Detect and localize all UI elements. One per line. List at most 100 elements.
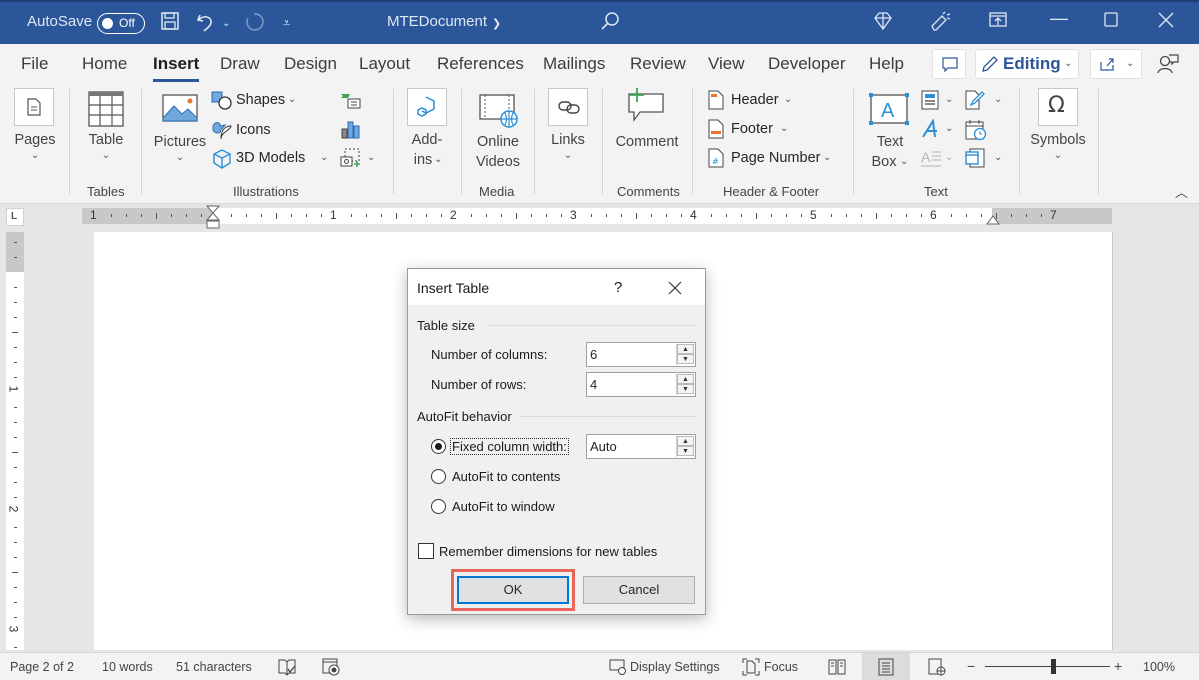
spinner-arrows[interactable]: ▲ ▼ — [676, 374, 694, 395]
designer-icon[interactable] — [930, 11, 952, 38]
remember-label[interactable]: Remember dimensions for new tables — [439, 544, 657, 559]
title-chevron-icon[interactable]: ❯ — [492, 17, 501, 30]
icons-button[interactable]: Icons — [211, 120, 291, 140]
fixed-width-label[interactable]: Fixed column width: — [450, 438, 569, 455]
add-ins-button[interactable]: Add- ins ⌄ — [404, 84, 450, 179]
ok-button[interactable]: OK — [457, 576, 569, 604]
maximize-icon[interactable] — [1103, 11, 1119, 32]
links-button[interactable]: Links ⌄ — [545, 84, 591, 179]
spin-up-icon[interactable]: ▲ — [677, 436, 694, 446]
accessibility-icon[interactable] — [322, 658, 340, 676]
document-title[interactable]: MTEDocument — [387, 13, 487, 30]
tab-help[interactable]: Help — [869, 54, 904, 74]
text-box-button[interactable]: A Text Box ⌄ — [866, 84, 914, 179]
zoom-slider-thumb[interactable] — [1050, 659, 1056, 674]
spin-down-icon[interactable]: ▼ — [677, 446, 694, 456]
tab-file[interactable]: File — [21, 54, 48, 74]
autosave-toggle[interactable]: Off — [97, 13, 145, 34]
character-count[interactable]: 51 characters — [176, 660, 252, 674]
comment-button[interactable]: Comment — [612, 84, 682, 179]
spinner-arrows[interactable]: ▲ ▼ — [676, 436, 694, 457]
tab-mailings[interactable]: Mailings — [543, 54, 605, 74]
screenshot-button[interactable]: ⌄ — [340, 148, 380, 168]
close-icon[interactable] — [668, 281, 682, 295]
undo-dropdown-icon[interactable]: ⌄ — [222, 18, 230, 29]
tab-home[interactable]: Home — [82, 54, 127, 74]
zoom-slider-track[interactable] — [985, 666, 1110, 667]
wordart-button[interactable]: ⌄ — [921, 119, 957, 141]
zoom-in-button[interactable]: + — [1114, 658, 1122, 674]
autofit-window-label[interactable]: AutoFit to window — [452, 499, 555, 514]
smartart-icon[interactable] — [340, 91, 362, 111]
print-layout-button[interactable] — [862, 653, 910, 680]
spin-down-icon[interactable]: ▼ — [677, 384, 694, 394]
tab-references[interactable]: References — [437, 54, 524, 74]
symbols-button[interactable]: Ω Symbols ⌄ — [1028, 84, 1088, 179]
insert-object-button[interactable]: ⌄ — [965, 148, 1005, 170]
diamond-icon[interactable] — [873, 11, 893, 36]
tab-draw[interactable]: Draw — [220, 54, 260, 74]
zoom-level[interactable]: 100% — [1143, 660, 1175, 674]
shapes-button[interactable]: Shapes ⌄ — [211, 91, 301, 111]
spin-up-icon[interactable]: ▲ — [677, 344, 694, 354]
customize-qat-icon[interactable]: ⩡ — [283, 15, 290, 31]
3d-models-button[interactable]: 3D Models ⌄ — [211, 148, 331, 169]
proofing-icon[interactable] — [278, 658, 296, 676]
quick-parts-button[interactable]: ⌄ — [921, 90, 957, 112]
online-videos-button[interactable]: Online Videos — [470, 84, 526, 179]
tab-developer[interactable]: Developer — [768, 54, 846, 74]
editing-mode-button[interactable]: Editing ⌄ — [975, 49, 1079, 79]
footer-button[interactable]: Footer ⌄ — [706, 119, 796, 141]
spin-up-icon[interactable]: ▲ — [677, 374, 694, 384]
remember-checkbox[interactable] — [418, 543, 434, 559]
signature-line-button[interactable]: ⌄ — [965, 90, 1005, 112]
display-settings-button[interactable]: Display Settings — [630, 660, 720, 674]
tab-selector[interactable]: L — [6, 208, 24, 226]
rows-spinner[interactable]: 4 ▲ ▼ — [586, 372, 696, 397]
word-count[interactable]: 10 words — [102, 660, 153, 674]
columns-spinner[interactable]: 6 ▲ ▼ — [586, 342, 696, 367]
vertical-ruler[interactable]: 1 2 3 — [6, 232, 24, 650]
read-mode-icon[interactable] — [828, 658, 846, 676]
fixed-width-value[interactable]: Auto — [590, 439, 617, 454]
date-time-icon[interactable] — [965, 119, 987, 141]
horizontal-ruler[interactable]: 1 1 2 3 4 5 6 7 — [82, 205, 1112, 229]
save-icon[interactable] — [160, 11, 180, 36]
search-icon[interactable] — [600, 11, 620, 36]
columns-value[interactable]: 6 — [590, 347, 597, 362]
share-button[interactable]: ⌄ — [1090, 49, 1142, 79]
tab-layout[interactable]: Layout — [359, 54, 410, 74]
pages-button[interactable]: Pages ⌄ — [10, 84, 60, 179]
coauthor-icon[interactable] — [1157, 53, 1179, 75]
tab-design[interactable]: Design — [284, 54, 337, 74]
spinner-arrows[interactable]: ▲ ▼ — [676, 344, 694, 365]
web-layout-icon[interactable] — [928, 658, 946, 676]
chart-icon[interactable] — [341, 119, 361, 139]
zoom-out-button[interactable]: − — [967, 658, 975, 674]
ribbon-display-icon[interactable] — [989, 11, 1007, 34]
rows-value[interactable]: 4 — [590, 377, 597, 392]
autofit-window-radio[interactable] — [431, 499, 446, 514]
help-button[interactable]: ? — [614, 279, 622, 296]
right-indent-marker[interactable] — [986, 214, 1000, 226]
minimize-icon[interactable]: — — [1050, 8, 1068, 29]
autofit-contents-radio[interactable] — [431, 469, 446, 484]
tab-insert[interactable]: Insert — [153, 54, 200, 82]
header-button[interactable]: Header ⌄ — [706, 90, 796, 112]
pictures-button[interactable]: Pictures ⌄ — [150, 84, 210, 179]
undo-icon[interactable] — [195, 11, 217, 38]
tab-review[interactable]: Review — [630, 54, 686, 74]
comments-button[interactable] — [932, 49, 966, 79]
spin-down-icon[interactable]: ▼ — [677, 354, 694, 364]
fixed-width-radio[interactable] — [431, 439, 446, 454]
fixed-width-spinner[interactable]: Auto ▲ ▼ — [586, 434, 696, 459]
autofit-contents-label[interactable]: AutoFit to contents — [452, 469, 560, 484]
page-count[interactable]: Page 2 of 2 — [10, 660, 74, 674]
collapse-ribbon-icon[interactable]: ︿ — [1175, 182, 1188, 201]
indent-marker[interactable] — [206, 205, 220, 231]
page-number-button[interactable]: # Page Number ⌄ — [706, 148, 841, 170]
tab-view[interactable]: View — [708, 54, 745, 74]
cancel-button[interactable]: Cancel — [583, 576, 695, 604]
table-button[interactable]: Table ⌄ — [80, 84, 132, 179]
close-icon[interactable] — [1157, 11, 1175, 34]
